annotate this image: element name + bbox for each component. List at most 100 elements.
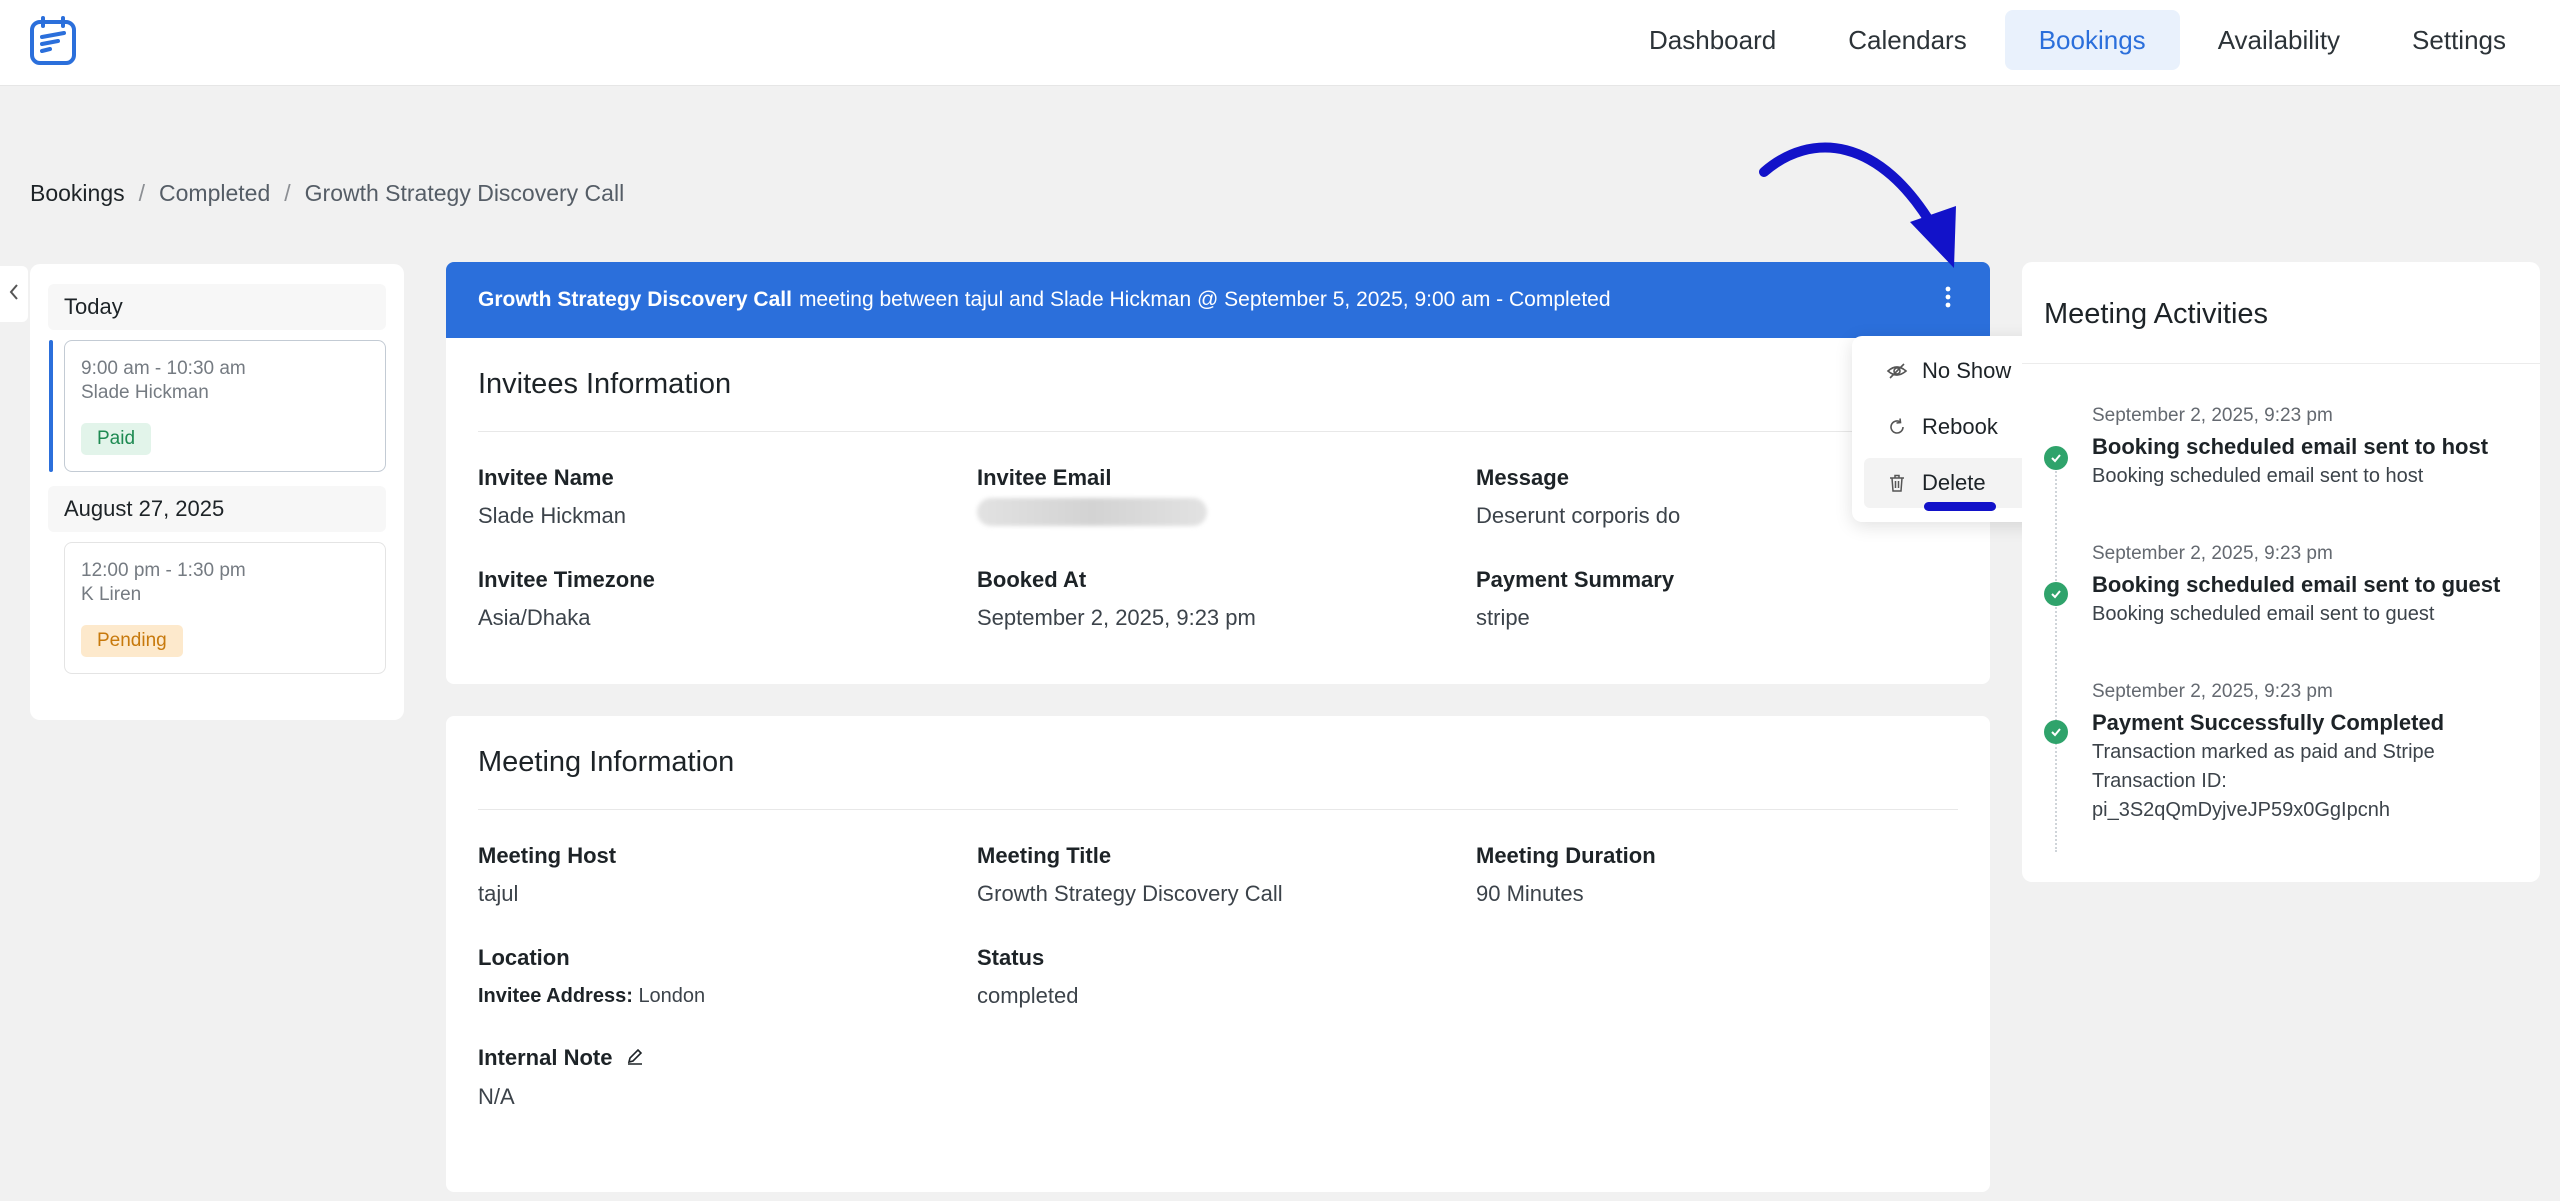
field-label: Booked At — [977, 567, 1087, 592]
slot-invitee: Slade Hickman — [81, 382, 209, 403]
eye-slash-icon — [1886, 360, 1908, 382]
activity-title: Booking scheduled email sent to host — [2092, 434, 2489, 459]
field-label: Invitee Name — [478, 465, 614, 490]
slot-time: 9:00 am - 10:30 am — [81, 358, 246, 379]
meeting-card: Meeting Information Meeting Host tajul M… — [446, 716, 1990, 1192]
refresh-icon — [1886, 416, 1908, 438]
menu-item-label: Delete — [1922, 470, 1986, 495]
activity-description: Booking scheduled email sent to guest — [2092, 603, 2435, 625]
day-label: Today — [48, 284, 386, 330]
activity-item: September 2, 2025, 9:23 pm Booking sched… — [2044, 404, 2522, 491]
field-value: Asia/Dhaka — [478, 605, 591, 630]
booking-summary: meeting between tajul and Slade Hickman … — [798, 288, 1611, 311]
nav-availability[interactable]: Availability — [2184, 10, 2374, 70]
rebook-menu-item[interactable]: Rebook — [1864, 402, 2042, 452]
event-name: Growth Strategy Discovery Call — [478, 288, 792, 311]
field-value: completed — [977, 983, 1079, 1008]
nav-dashboard[interactable]: Dashboard — [1615, 10, 1810, 70]
booking-slot-selected[interactable]: 9:00 am - 10:30 am Slade Hickman Paid — [49, 340, 386, 472]
field-label: Meeting Title — [977, 843, 1112, 868]
field-value: Invitee Address: London — [478, 982, 958, 1010]
invitee-email-field: Invitee Email — [977, 464, 1457, 531]
slot-invitee: K Liren — [81, 584, 142, 605]
nav-settings[interactable]: Settings — [2378, 10, 2540, 70]
field-label: Meeting Host — [478, 843, 617, 868]
status-field: Status completed — [977, 944, 1457, 1010]
annotation-underline — [1924, 502, 1996, 511]
nav-calendars[interactable]: Calendars — [1814, 10, 2001, 70]
field-label: Invitee Timezone — [478, 567, 655, 592]
breadcrumb-completed[interactable]: Completed — [159, 180, 270, 207]
activity-item: September 2, 2025, 9:23 pm Payment Succe… — [2044, 680, 2522, 825]
field-value: N/A — [478, 1084, 515, 1110]
slot-time: 12:00 pm - 1:30 pm — [81, 560, 246, 581]
breadcrumb-current: Growth Strategy Discovery Call — [304, 180, 625, 206]
field-label: Status — [977, 945, 1045, 970]
collapse-sidebar-button[interactable] — [0, 266, 28, 322]
menu-item-label: No Show — [1922, 358, 2012, 383]
more-actions-button[interactable] — [1934, 286, 1962, 314]
field-value: September 2, 2025, 9:23 pm — [977, 605, 1256, 630]
nav-bookings[interactable]: Bookings — [2004, 10, 2180, 70]
timeline-line — [2055, 452, 2057, 852]
note-label: Internal Note — [478, 1045, 613, 1070]
breadcrumb-bookings[interactable]: Bookings — [30, 180, 125, 207]
top-bar: Dashboard Calendars Bookings Availabilit… — [0, 0, 2560, 86]
booked-at-field: Booked At September 2, 2025, 9:23 pm — [977, 566, 1457, 632]
status-badge: Pending — [81, 625, 183, 657]
field-label: Location — [478, 945, 570, 970]
delete-menu-item[interactable]: Delete — [1864, 458, 2042, 508]
invitees-title: Invitees Information — [478, 338, 1958, 432]
breadcrumb-separator: / — [284, 180, 291, 206]
field-label: Payment Summary — [1476, 567, 1675, 592]
meeting-duration-field: Meeting Duration 90 Minutes — [1476, 842, 1956, 908]
activities-title: Meeting Activities — [2022, 262, 2540, 364]
activity-title: Booking scheduled email sent to guest — [2092, 572, 2501, 597]
chevron-left-icon — [8, 283, 20, 306]
invitees-card: Invitees Information Invitee Name Slade … — [446, 338, 1990, 684]
address-value: London — [638, 985, 706, 1007]
redacted-email — [977, 498, 1207, 526]
activity-description: Transaction marked as paid and Stripe Tr… — [2092, 741, 2435, 821]
field-value: stripe — [1476, 605, 1530, 630]
no-show-menu-item[interactable]: No Show — [1864, 346, 2042, 396]
app-logo-icon[interactable] — [28, 15, 80, 67]
booking-list: Today 9:00 am - 10:30 am Slade Hickman P… — [30, 264, 404, 720]
location-field: Location Invitee Address: London — [478, 944, 958, 1010]
field-label: Invitee Email — [977, 465, 1112, 490]
field-value: Growth Strategy Discovery Call — [977, 881, 1283, 906]
main-nav: Dashboard Calendars Bookings Availabilit… — [1615, 10, 2540, 70]
annotation-arrow-icon — [1759, 142, 1956, 268]
activity-description: Booking scheduled email sent to host — [2092, 465, 2424, 487]
activity-time: September 2, 2025, 9:23 pm — [2092, 543, 2333, 564]
activity-title: Payment Successfully Completed — [2092, 710, 2445, 735]
activity-item: September 2, 2025, 9:23 pm Booking sched… — [2044, 542, 2522, 629]
field-label: Internal Note — [478, 1044, 958, 1073]
breadcrumb: Bookings / Completed / Growth Strategy D… — [30, 180, 624, 207]
day-label: August 27, 2025 — [48, 486, 386, 532]
kebab-menu-icon — [1945, 286, 1951, 314]
meeting-activities-panel: Meeting Activities September 2, 2025, 9:… — [2022, 262, 2540, 882]
check-circle-icon — [2044, 720, 2068, 744]
invitee-name-field: Invitee Name Slade Hickman — [478, 464, 958, 530]
edit-pencil-icon[interactable] — [625, 1045, 645, 1073]
check-circle-icon — [2044, 582, 2068, 606]
address-label: Invitee Address: — [478, 985, 633, 1007]
meeting-host-field: Meeting Host tajul — [478, 842, 958, 908]
booking-slot[interactable]: 12:00 pm - 1:30 pm K Liren Pending — [64, 542, 386, 674]
meeting-title: Meeting Information — [478, 716, 1958, 810]
activity-time: September 2, 2025, 9:23 pm — [2092, 681, 2333, 702]
breadcrumb-separator: / — [138, 180, 146, 206]
check-circle-icon — [2044, 446, 2068, 470]
payment-summary-field: Payment Summary stripe — [1476, 566, 1956, 632]
trash-icon — [1886, 472, 1908, 494]
status-badge: Paid — [81, 423, 152, 455]
activity-time: September 2, 2025, 9:23 pm — [2092, 405, 2333, 426]
selected-indicator — [49, 340, 53, 472]
meeting-title-field: Meeting Title Growth Strategy Discovery … — [977, 842, 1457, 908]
menu-item-label: Rebook — [1922, 414, 1998, 439]
internal-note-field: Internal Note N/A — [478, 1044, 958, 1111]
field-label: Meeting Duration — [1476, 843, 1656, 868]
field-value: Slade Hickman — [478, 503, 626, 528]
field-value: tajul — [478, 881, 519, 906]
